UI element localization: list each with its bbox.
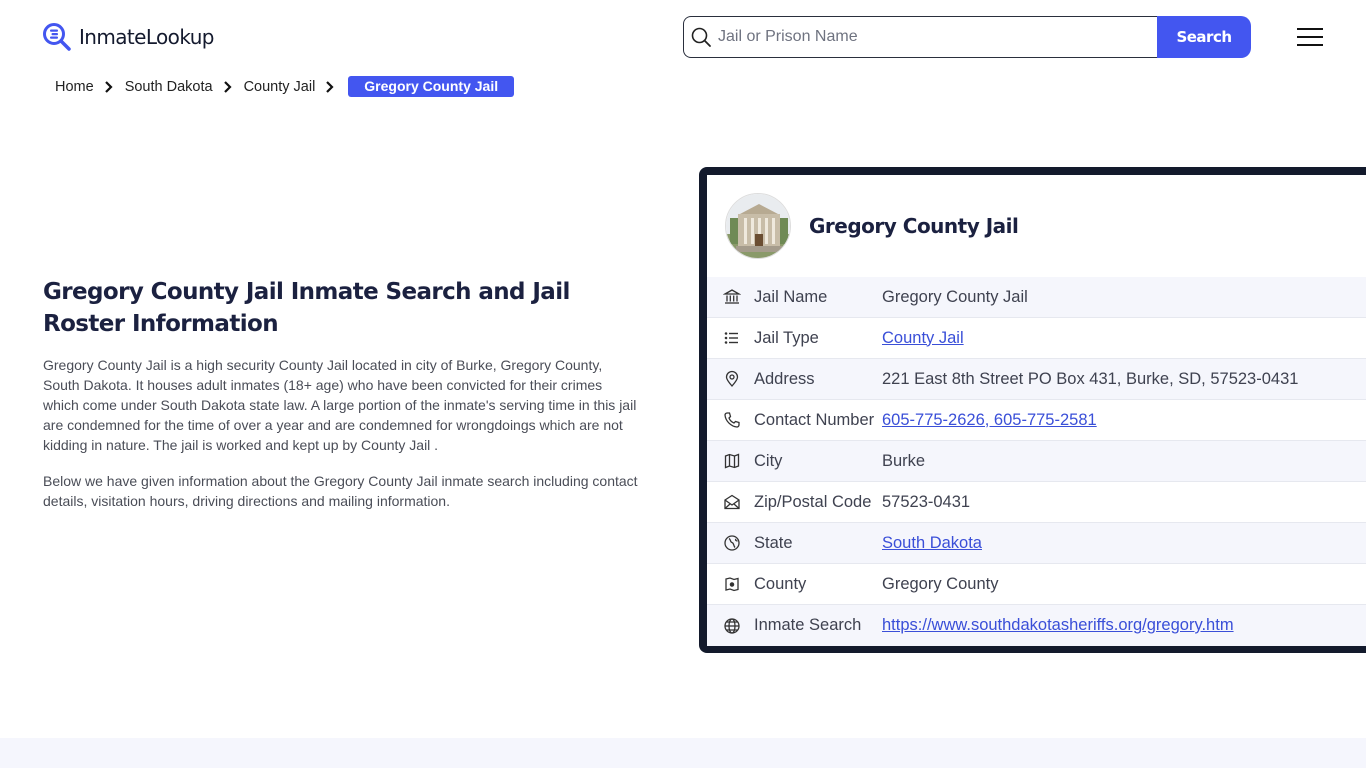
phone-link[interactable]: 605-775-2626, 605-775-2581 (882, 411, 1097, 430)
detail-value: Gregory County Jail (882, 287, 1028, 306)
detail-label: Address (754, 369, 815, 388)
detail-row-city: City Burke (707, 441, 1366, 482)
page-title: Gregory County Jail Inmate Search and Ja… (43, 279, 570, 337)
building-columns-icon (723, 289, 741, 304)
detail-value: Burke (882, 451, 926, 470)
hamburger-menu-icon[interactable] (1297, 26, 1325, 48)
detail-label: Zip/Postal Code (754, 492, 872, 511)
detail-label: County (754, 574, 807, 593)
breadcrumb-type[interactable]: County Jail (244, 79, 316, 95)
search-icon (691, 27, 711, 47)
detail-row-state: State South Dakota (707, 523, 1366, 564)
site-logo[interactable]: InmateLookup (42, 22, 214, 52)
detail-row-inmate-search: Inmate Search https://www.southdakotashe… (707, 605, 1366, 646)
search-bar: Search (683, 16, 1251, 58)
detail-label: City (754, 451, 783, 470)
jail-photo (725, 193, 791, 259)
map-icon (724, 453, 740, 469)
detail-label: Jail Name (754, 287, 828, 306)
chevron-right-icon (223, 80, 232, 93)
intro-text: Gregory County Jail is a high security C… (43, 355, 638, 527)
detail-row-county: County Gregory County (707, 564, 1366, 605)
detail-label: Contact Number (754, 410, 875, 429)
jail-details-list: Jail Name Gregory County Jail Jail Type … (707, 277, 1366, 646)
footer-band (0, 738, 1366, 768)
county-map-icon (725, 577, 739, 592)
card-title: Gregory County Jail (809, 214, 1019, 238)
globe-location-icon (724, 535, 740, 551)
map-pin-icon (725, 370, 739, 387)
inmate-search-link[interactable]: https://www.southdakotasheriffs.org/greg… (882, 616, 1234, 635)
phone-icon (724, 412, 740, 428)
detail-row-jail-type: Jail Type County Jail (707, 318, 1366, 359)
search-field[interactable] (683, 16, 1157, 58)
list-icon (724, 332, 738, 344)
globe-icon (724, 617, 740, 634)
detail-label: Jail Type (754, 328, 819, 347)
breadcrumb-state[interactable]: South Dakota (125, 79, 213, 95)
jail-info-card: Gregory County Jail Jail Name Gregory Co… (699, 167, 1366, 653)
chevron-right-icon (104, 80, 113, 93)
chevron-right-icon (326, 80, 334, 93)
breadcrumb: Home South Dakota County Jail Gregory Co… (55, 76, 515, 97)
intro-paragraph: Below we have given information about th… (43, 473, 638, 509)
courthouse-image (726, 194, 790, 258)
breadcrumb-home[interactable]: Home (55, 79, 94, 95)
detail-label: Inmate Search (754, 616, 862, 634)
search-button[interactable]: Search (1157, 16, 1251, 58)
intro-paragraph: Gregory County Jail is a high security C… (43, 357, 637, 453)
detail-row-zip: Zip/Postal Code 57523-0431 (707, 482, 1366, 523)
card-header: Gregory County Jail (707, 175, 1366, 277)
detail-value: 57523-0431 (882, 492, 971, 511)
mail-open-icon (724, 494, 740, 510)
detail-value: 221 East 8th Street PO Box 431, Burke, S… (882, 369, 1299, 388)
search-input[interactable] (718, 28, 1138, 46)
detail-row-contact: Contact Number 605-775-2626, 605-775-258… (707, 400, 1366, 441)
jail-type-link[interactable]: County Jail (882, 329, 964, 348)
breadcrumb-current: Gregory County Jail (348, 76, 515, 97)
magnifier-logo-icon (43, 23, 71, 51)
state-link[interactable]: South Dakota (882, 534, 982, 553)
detail-row-jail-name: Jail Name Gregory County Jail (707, 277, 1366, 318)
logo-text: InmateLookup (79, 25, 214, 49)
detail-label: State (754, 533, 793, 552)
detail-row-address: Address 221 East 8th Street PO Box 431, … (707, 359, 1366, 400)
detail-value: Gregory County (882, 574, 999, 593)
